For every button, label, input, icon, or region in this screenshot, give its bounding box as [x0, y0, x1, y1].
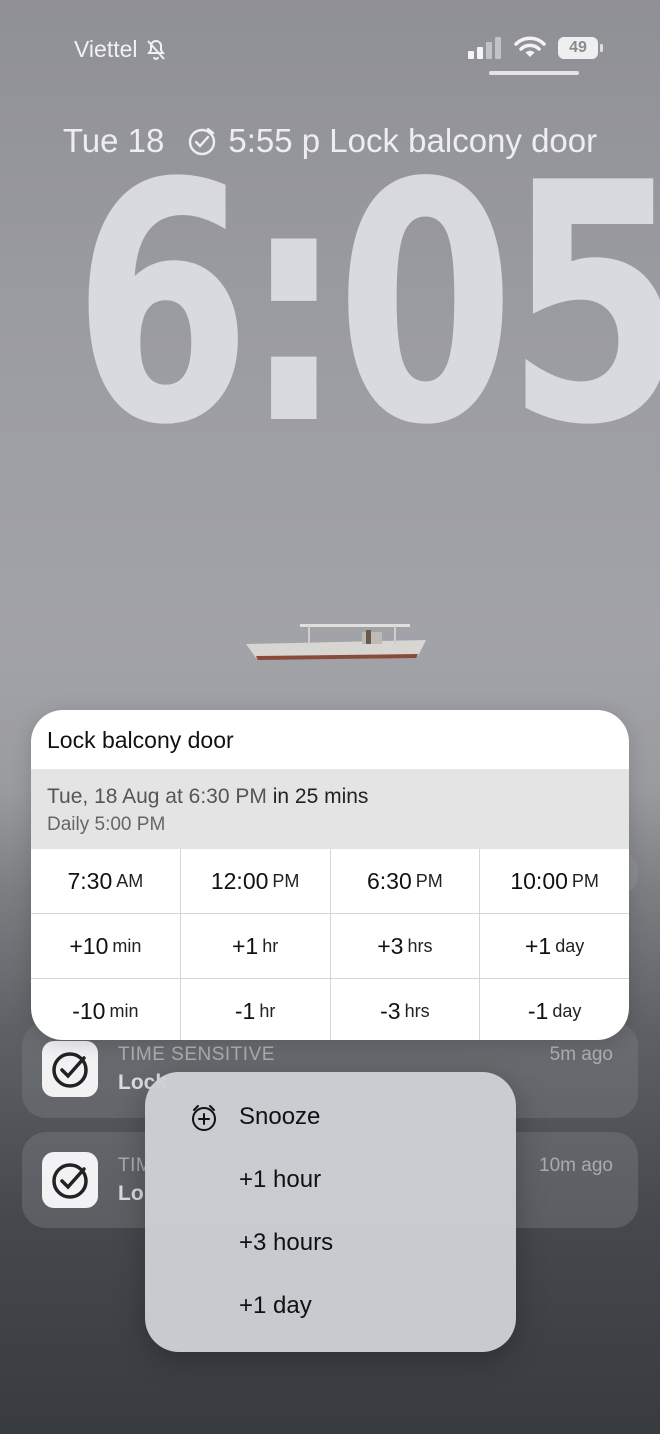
cell-value: -1: [234, 997, 256, 1024]
add-3-hrs-button[interactable]: +3 hrs: [329, 914, 480, 978]
menu-item-plus-1-hour[interactable]: +1 hour: [239, 1166, 321, 1194]
lock-screen-clock: 6:05: [72, 113, 660, 497]
cell-unit: AM: [116, 870, 144, 891]
subtract-10-min-button[interactable]: -10 min: [31, 979, 180, 1040]
snooze-context-menu: Snooze +1 hour +3 hours +1 day: [145, 1072, 516, 1352]
cell-unit: day: [552, 1000, 582, 1021]
notification-time: 10m ago: [539, 1155, 613, 1176]
menu-item-plus-3-hours[interactable]: +3 hours: [239, 1229, 333, 1257]
notification-app-label: TIME SENSITIVE: [118, 1044, 275, 1065]
cell-unit: hr: [262, 935, 279, 956]
preset-6-30-pm-button[interactable]: 6:30 PM: [329, 849, 480, 913]
cell-unit: day: [555, 935, 585, 956]
preset-12-00-pm-button[interactable]: 12:00 PM: [179, 849, 330, 913]
time-presets-row: 7:30 AM 12:00 PM 6:30 PM 10:00 PM: [31, 849, 629, 913]
subtract-1-day-button[interactable]: -1 day: [479, 979, 629, 1040]
cell-value: +1: [524, 932, 552, 959]
battery-icon: 49: [558, 37, 603, 59]
reminder-repeat: Daily 5:00 PM: [47, 814, 166, 835]
add-time-row: +10 min +1 hr +3 hrs +1 day: [31, 913, 629, 978]
reminder-due-date: Tue, 18 Aug at 6:30 PM: [47, 785, 267, 808]
cell-value: 6:30: [366, 867, 412, 894]
carrier-name: Viettel: [74, 36, 138, 62]
notification-title: Lo: [118, 1182, 144, 1205]
reminder-expanded-card: Lock balcony door Tue, 18 Aug at 6:30 PM…: [31, 710, 629, 1040]
wifi-icon: [514, 36, 546, 57]
notification-time: 5m ago: [549, 1044, 613, 1065]
reminder-app-icon: [42, 1041, 98, 1097]
cell-unit: PM: [415, 870, 443, 891]
subtract-1-hr-button[interactable]: -1 hr: [179, 979, 330, 1040]
cell-value: +1: [232, 932, 259, 959]
battery-level: 49: [569, 39, 587, 56]
cell-unit: min: [112, 935, 142, 956]
subtract-time-row: -10 min -1 hr -3 hrs -1 day: [31, 978, 629, 1040]
reminder-details: Tue, 18 Aug at 6:30 PM in 25 mins Daily …: [31, 769, 629, 849]
add-1-day-button[interactable]: +1 day: [479, 914, 629, 978]
menu-item-snooze[interactable]: Snooze: [239, 1103, 320, 1131]
status-indicator-line: [489, 71, 579, 75]
carrier-label: Viettel: [74, 36, 168, 63]
quick-reschedule-grid: 7:30 AM 12:00 PM 6:30 PM 10:00 PM +10 min +1 h…: [31, 849, 629, 1040]
preset-10-00-pm-button[interactable]: 10:00 PM: [479, 849, 629, 913]
cellular-signal-icon: [468, 37, 501, 59]
cell-unit: min: [109, 1000, 139, 1021]
reminder-title: Lock balcony door: [47, 727, 234, 753]
reminder-due-line: Tue, 18 Aug at 6:30 PM in 25 mins: [47, 785, 368, 809]
reminder-due-relative: in 25 mins: [272, 785, 369, 808]
cell-unit: hr: [259, 1000, 276, 1021]
preset-7-30-am-button[interactable]: 7:30 AM: [31, 849, 180, 913]
cell-value: 7:30: [67, 867, 113, 894]
cell-value: +3: [377, 932, 404, 959]
cell-value: +10: [69, 932, 109, 959]
menu-item-plus-1-day[interactable]: +1 day: [239, 1292, 312, 1320]
add-1-hr-button[interactable]: +1 hr: [179, 914, 330, 978]
cell-unit: PM: [571, 870, 599, 891]
add-10-min-button[interactable]: +10 min: [31, 914, 180, 978]
cell-value: -10: [72, 997, 106, 1024]
cell-value: -3: [380, 997, 401, 1024]
wallpaper-boat: [246, 624, 426, 660]
status-icons: 49: [468, 36, 603, 60]
reminder-app-icon: [42, 1152, 98, 1208]
cell-unit: hrs: [404, 1000, 430, 1021]
subtract-3-hrs-button[interactable]: -3 hrs: [329, 979, 480, 1040]
bell-slash-icon: [146, 39, 165, 60]
cell-value: 10:00: [510, 867, 568, 894]
cell-value: 12:00: [210, 867, 269, 894]
cell-unit: hrs: [407, 935, 433, 956]
cell-unit: PM: [272, 870, 300, 891]
snooze-icon: [192, 1105, 216, 1131]
cell-value: -1: [527, 997, 549, 1024]
